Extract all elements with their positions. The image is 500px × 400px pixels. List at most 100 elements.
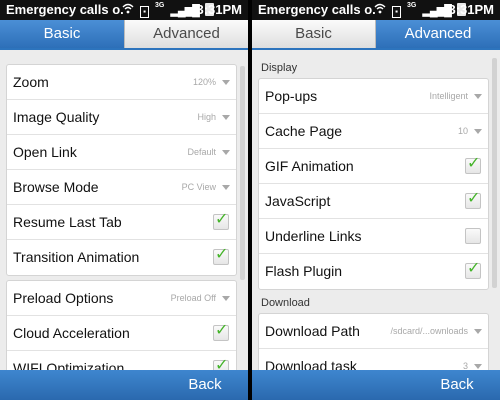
check-icon: ✓ — [215, 322, 229, 339]
setting-label: Download Path — [265, 323, 360, 339]
setting-label: Cache Page — [265, 123, 343, 139]
setting-value: Intelligent — [429, 91, 468, 101]
signal-icon: ▂▄▆█ — [422, 5, 451, 17]
dropdown-arrow-icon — [222, 80, 230, 85]
setting-row-browse-mode[interactable]: Browse Mode PC View — [7, 170, 236, 205]
underline-links-checkbox[interactable]: ✓ — [465, 228, 481, 244]
setting-value: /sdcard/...ownloads — [390, 326, 468, 336]
gif-animation-checkbox[interactable]: ✓ — [465, 155, 481, 174]
scrollbar[interactable] — [240, 66, 245, 280]
dropdown-arrow-icon — [222, 115, 230, 120]
dropdown-arrow-icon — [222, 150, 230, 155]
flash-plugin-checkbox[interactable]: ✓ — [465, 260, 481, 279]
cloud-acceleration-checkbox[interactable]: ✓ — [213, 322, 229, 341]
setting-value: 10 — [457, 126, 468, 136]
setting-row-download-path[interactable]: Download Path /sdcard/...ownloads — [259, 314, 488, 349]
bottom-bar: Back — [0, 370, 248, 400]
setting-label: Open Link — [13, 144, 77, 160]
sim-icon: ▪ — [392, 6, 401, 18]
setting-row-javascript[interactable]: JavaScript ✓ — [259, 184, 488, 219]
tab-advanced[interactable]: Advanced — [124, 20, 248, 48]
setting-label: GIF Animation — [265, 158, 354, 174]
setting-row-cloud-acceleration[interactable]: Cloud Acceleration ✓ — [7, 316, 236, 351]
check-icon: ✓ — [467, 155, 481, 172]
setting-row-cache-page[interactable]: Cache Page 10 — [259, 114, 488, 149]
basic-settings-screen: Emergency calls o... ▪ 3G ▂▄▆█ 3:31PM Ba… — [0, 0, 248, 400]
basic-settings-list[interactable]: Zoom 120% Image Quality High Open Link D… — [0, 52, 248, 370]
setting-row-flash-plugin[interactable]: Flash Plugin ✓ — [259, 254, 488, 289]
advanced-settings-screen: Emergency calls o... ▪ 3G ▂▄▆█ 3:31PM Ba… — [252, 0, 500, 400]
setting-row-preload-options[interactable]: Preload Options Preload Off — [7, 281, 236, 316]
scrollbar[interactable] — [492, 58, 497, 288]
setting-row-underline-links[interactable]: Underline Links ✓ — [259, 219, 488, 254]
network-type-label: 3G — [406, 2, 417, 9]
back-button[interactable]: Back — [414, 370, 500, 400]
check-icon: ✓ — [215, 211, 229, 228]
signal-icon: ▂▄▆█ — [170, 5, 199, 17]
setting-row-wifi-optimization[interactable]: WIFI Optimization ✓ — [7, 351, 236, 370]
status-notification-text: Emergency calls o... — [258, 2, 376, 17]
advanced-settings-list[interactable]: Display Pop-ups Intelligent Cache Page 1… — [252, 52, 500, 370]
clock: 3:31PM — [196, 2, 242, 17]
section-title-download: Download — [261, 297, 310, 309]
setting-label: Transition Animation — [13, 249, 140, 265]
wifi-icon — [374, 3, 386, 15]
setting-row-image-quality[interactable]: Image Quality High — [7, 100, 236, 135]
dropdown-arrow-icon — [474, 329, 482, 334]
advanced-group-download: Download Path /sdcard/...ownloads Downlo… — [258, 313, 489, 370]
back-button[interactable]: Back — [162, 370, 248, 400]
sim-icon: ▪ — [140, 6, 149, 18]
setting-label: Image Quality — [13, 109, 100, 125]
advanced-group-display: Pop-ups Intelligent Cache Page 10 GIF An… — [258, 78, 489, 290]
setting-row-transition-animation[interactable]: Transition Animation ✓ — [7, 240, 236, 275]
dropdown-arrow-icon — [474, 129, 482, 134]
status-bar: Emergency calls o... ▪ 3G ▂▄▆█ 3:31PM — [0, 0, 248, 20]
basic-group-network: Preload Options Preload Off Cloud Accele… — [6, 280, 237, 370]
clock: 3:31PM — [448, 2, 494, 17]
setting-value: Default — [187, 147, 216, 157]
setting-label: Zoom — [13, 74, 49, 90]
setting-label: Download task — [265, 358, 357, 370]
setting-label: Resume Last Tab — [13, 214, 122, 230]
setting-row-gif-animation[interactable]: GIF Animation ✓ — [259, 149, 488, 184]
dropdown-arrow-icon — [474, 364, 482, 369]
setting-value: 120% — [192, 77, 216, 87]
setting-label: Preload Options — [13, 290, 114, 306]
status-notification-text: Emergency calls o... — [6, 2, 124, 17]
setting-row-resume-last-tab[interactable]: Resume Last Tab ✓ — [7, 205, 236, 240]
tab-basic[interactable]: Basic — [252, 20, 376, 48]
settings-tabs: Basic Advanced — [252, 20, 500, 50]
transition-animation-checkbox[interactable]: ✓ — [213, 246, 229, 265]
bottom-bar: Back — [252, 370, 500, 400]
network-type-label: 3G — [154, 2, 165, 9]
javascript-checkbox[interactable]: ✓ — [465, 190, 481, 209]
setting-label: Underline Links — [265, 228, 362, 244]
setting-label: Flash Plugin — [265, 263, 343, 279]
settings-tabs: Basic Advanced — [0, 20, 248, 50]
dropdown-arrow-icon — [222, 296, 230, 301]
setting-value: Preload Off — [170, 293, 216, 303]
check-icon: ✓ — [215, 246, 229, 263]
status-bar: Emergency calls o... ▪ 3G ▂▄▆█ 3:31PM — [252, 0, 500, 20]
setting-label: Pop-ups — [265, 88, 318, 104]
dropdown-arrow-icon — [474, 94, 482, 99]
tab-advanced[interactable]: Advanced — [376, 20, 500, 48]
setting-value: PC View — [181, 182, 216, 192]
setting-row-zoom[interactable]: Zoom 120% — [7, 65, 236, 100]
setting-row-download-task[interactable]: Download task 3 — [259, 349, 488, 370]
basic-group-general: Zoom 120% Image Quality High Open Link D… — [6, 64, 237, 276]
wifi-optimization-checkbox[interactable]: ✓ — [213, 357, 229, 370]
tab-basic[interactable]: Basic — [0, 20, 124, 48]
setting-row-open-link[interactable]: Open Link Default — [7, 135, 236, 170]
resume-last-tab-checkbox[interactable]: ✓ — [213, 211, 229, 230]
setting-row-popups[interactable]: Pop-ups Intelligent — [259, 79, 488, 114]
setting-label: WIFI Optimization — [13, 360, 125, 370]
check-icon: ✓ — [215, 357, 229, 370]
setting-value: High — [197, 112, 216, 122]
setting-value: 3 — [462, 361, 468, 370]
setting-label: Cloud Acceleration — [13, 325, 130, 341]
setting-label: Browse Mode — [13, 179, 99, 195]
dropdown-arrow-icon — [222, 185, 230, 190]
check-icon: ✓ — [467, 260, 481, 277]
check-icon: ✓ — [467, 190, 481, 207]
